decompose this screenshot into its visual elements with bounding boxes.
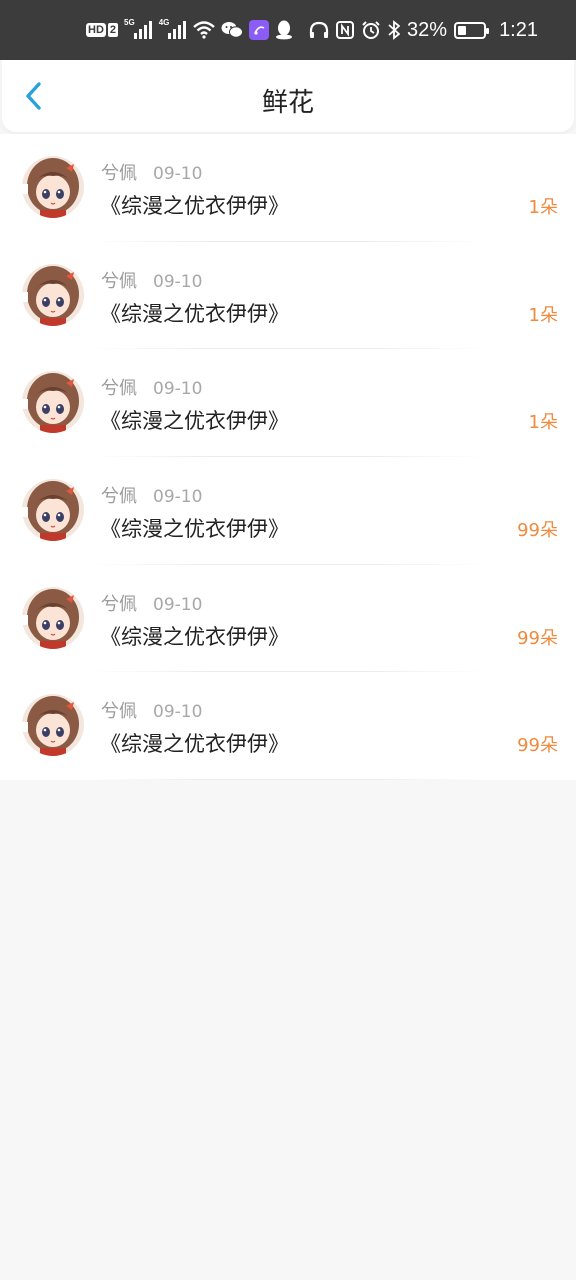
sender-name: 兮佩 [101, 270, 137, 292]
status-bar: HD 2 5G 4G 32% 1:21 [0, 0, 576, 60]
list-item[interactable]: 兮佩 09-10 《综漫之优衣伊伊》 99朵 [0, 565, 576, 673]
item-meta: 兮佩 09-10 [101, 482, 202, 508]
list-item[interactable]: 兮佩 09-10 《综漫之优衣伊伊》 99朵 [0, 457, 576, 565]
battery-percent: 32% [407, 18, 448, 41]
signal-5g-icon: 5G [124, 17, 153, 39]
signal-5g-label: 5G [124, 17, 135, 27]
flower-count: 1朵 [528, 197, 558, 218]
send-date: 09-10 [153, 271, 203, 292]
wechat-icon [221, 21, 244, 39]
book-title[interactable]: 《综漫之优衣伊伊》 [100, 190, 289, 220]
avatar[interactable] [22, 263, 84, 326]
battery-fill [458, 25, 467, 35]
flower-count: 1朵 [528, 304, 558, 326]
list-item[interactable]: 兮佩 09-10 《综漫之优衣伊伊》 99朵 [0, 672, 576, 781]
avatar[interactable] [22, 156, 84, 218]
sender-name: 兮佩 [101, 593, 137, 615]
item-meta: 兮佩 09-10 [101, 159, 202, 185]
send-date: 09-10 [153, 164, 203, 184]
signal-4g-icon: 4G [158, 17, 188, 39]
avatar[interactable] [22, 694, 84, 757]
item-meta: 兮佩 09-10 [101, 697, 202, 723]
avatar[interactable] [22, 586, 84, 649]
page-title: 鲜花 [261, 88, 314, 118]
flower-count: 99朵 [517, 627, 558, 649]
app-header: 鲜花 [2, 60, 574, 132]
flower-count: 99朵 [517, 735, 558, 757]
flower-list: 兮佩 09-10 《综漫之优衣伊伊》 1朵 兮佩 09-10 《综漫之优衣伊伊》… [0, 134, 576, 781]
sender-name: 兮佩 [101, 163, 137, 184]
sender-name: 兮佩 [101, 701, 137, 723]
headphones-icon [309, 21, 329, 39]
hd-label: HD [86, 23, 106, 37]
item-meta: 兮佩 09-10 [101, 374, 202, 400]
send-date: 09-10 [153, 379, 203, 400]
sender-name: 兮佩 [101, 486, 137, 508]
item-meta: 兮佩 09-10 [101, 590, 202, 616]
battery-icon [454, 21, 490, 39]
avatar[interactable] [22, 371, 84, 434]
book-title[interactable]: 《综漫之优衣伊伊》 [100, 621, 289, 651]
nfc-icon [336, 21, 355, 39]
avatar[interactable] [22, 479, 84, 542]
book-title[interactable]: 《综漫之优衣伊伊》 [100, 405, 289, 435]
list-item[interactable]: 兮佩 09-10 《综漫之优衣伊伊》 1朵 [0, 134, 576, 242]
wifi-icon [193, 21, 216, 39]
signal-4g-label: 4G [158, 17, 170, 27]
book-title[interactable]: 《综漫之优衣伊伊》 [100, 728, 289, 758]
status-icons-right: 32% 1:21 [309, 0, 538, 60]
flower-count: 1朵 [528, 412, 558, 434]
send-date: 09-10 [153, 594, 203, 615]
list-item[interactable]: 兮佩 09-10 《综漫之优衣伊伊》 1朵 [0, 349, 576, 458]
hd-number: 2 [107, 23, 119, 37]
app-icon [249, 20, 270, 40]
send-date: 09-10 [153, 487, 203, 508]
qq-icon [275, 20, 293, 40]
book-title[interactable]: 《综漫之优衣伊伊》 [100, 513, 289, 543]
send-date: 09-10 [153, 702, 203, 723]
alarm-icon [361, 20, 381, 40]
divider [90, 779, 486, 781]
flower-count: 99朵 [517, 520, 558, 542]
status-icons-left: HD 2 5G 4G [86, 0, 293, 60]
book-title[interactable]: 《综漫之优衣伊伊》 [100, 298, 289, 328]
item-meta: 兮佩 09-10 [101, 267, 202, 293]
list-item[interactable]: 兮佩 09-10 《综漫之优衣伊伊》 1朵 [0, 242, 576, 350]
clock-time: 1:21 [499, 18, 538, 41]
sender-name: 兮佩 [101, 378, 137, 400]
hd-icon: HD 2 [86, 23, 119, 37]
bluetooth-icon [388, 20, 401, 40]
